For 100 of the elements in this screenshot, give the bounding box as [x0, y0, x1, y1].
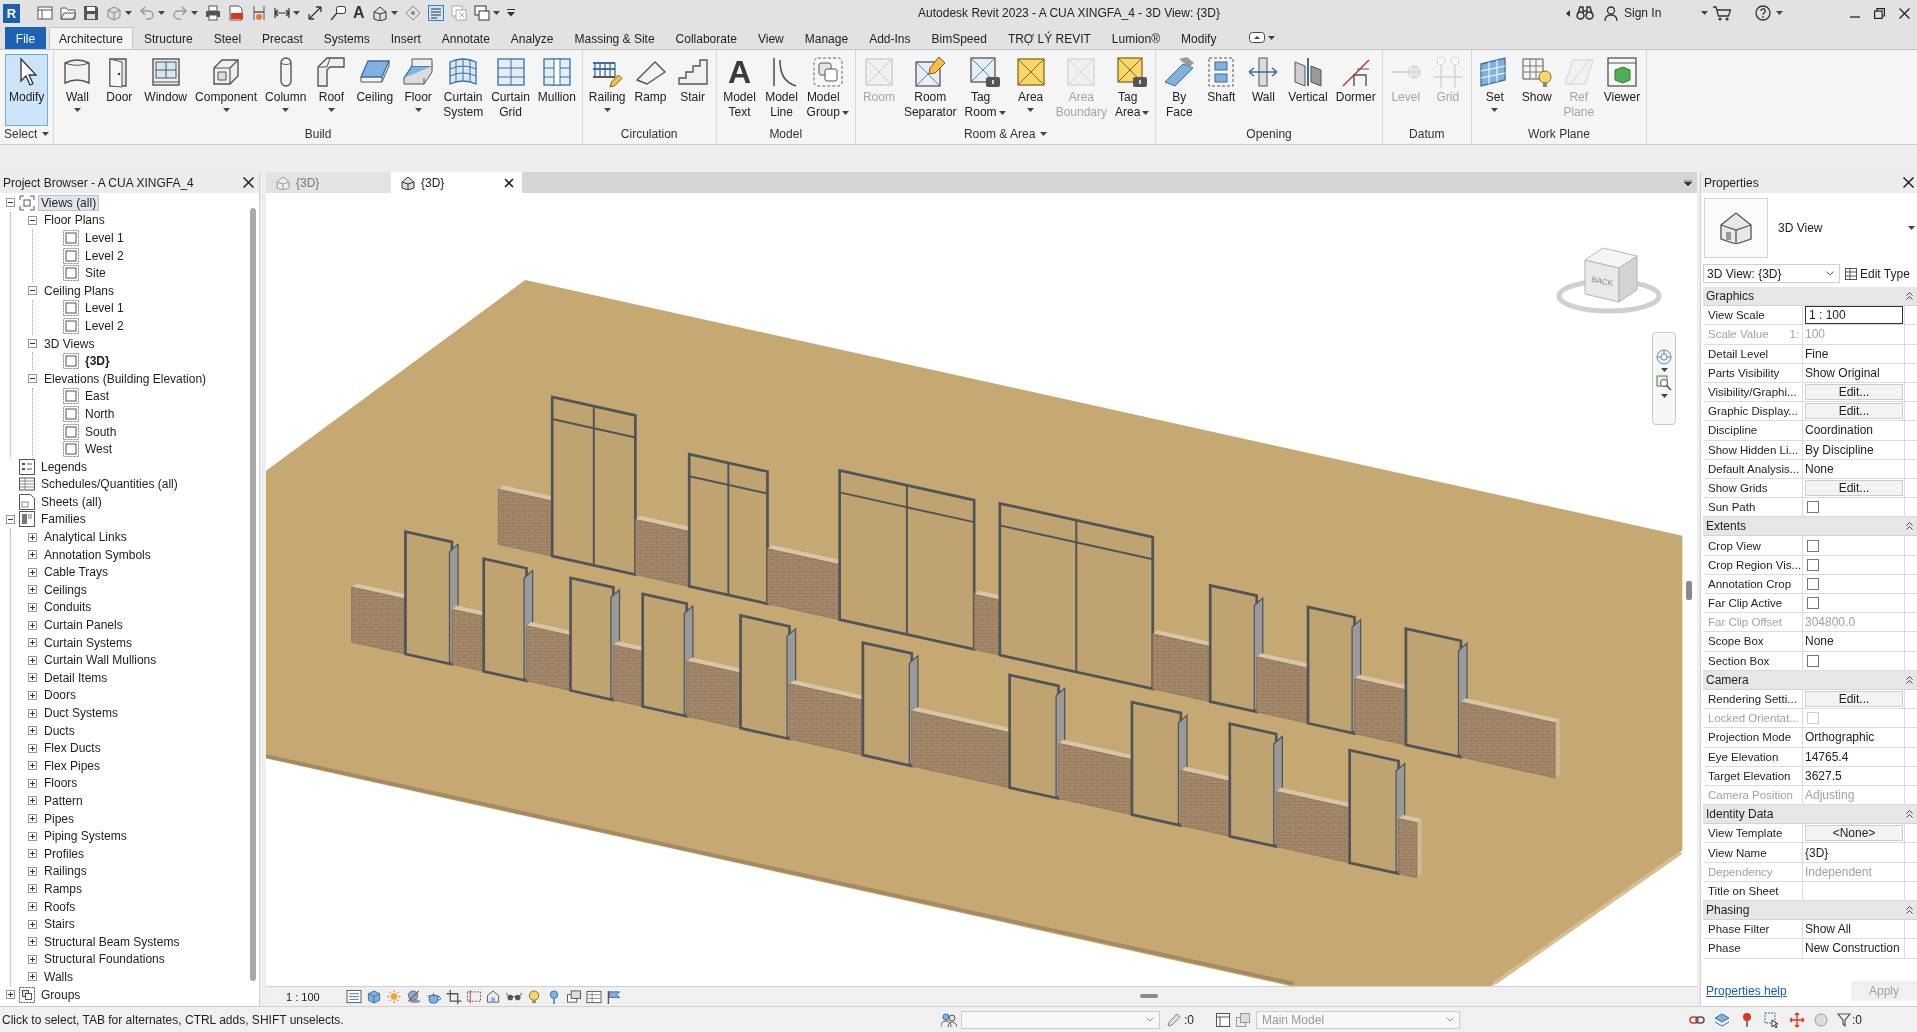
tree-item[interactable]: Flex Ducts: [41, 740, 104, 757]
plus-box-icon[interactable]: [27, 550, 37, 560]
tag-room-button[interactable]: Tag Room: [960, 54, 1010, 123]
layers-icon[interactable]: [1714, 1011, 1730, 1028]
caret-icon[interactable]: [222, 108, 230, 112]
mullion-button[interactable]: Mullion: [533, 54, 580, 108]
minus-box-icon[interactable]: [5, 198, 15, 208]
close-icon[interactable]: [504, 177, 514, 188]
folder-icon[interactable]: [60, 5, 76, 21]
component-button[interactable]: Component: [191, 54, 262, 115]
tree-item[interactable]: Stairs: [41, 916, 78, 933]
tree-item[interactable]: Roofs: [41, 898, 79, 915]
funnel-icon[interactable]: [1837, 1012, 1851, 1027]
roof-button[interactable]: Roof: [310, 54, 353, 115]
caret-icon[interactable]: [1040, 131, 1048, 136]
tree-item[interactable]: Structural Beam Systems: [41, 933, 183, 950]
wall-button[interactable]: Wall: [56, 54, 99, 115]
caret-icon[interactable]: [1776, 11, 1784, 15]
tree-item[interactable]: Elevations (Building Elevation): [41, 370, 210, 387]
measure-icon[interactable]: [251, 5, 267, 21]
tag-area-button[interactable]: Tag Area: [1111, 54, 1154, 123]
pdf-icon[interactable]: [228, 5, 244, 21]
tree-item[interactable]: Cable Trays: [41, 564, 112, 581]
panel-toggle-icon[interactable]: [1249, 32, 1266, 43]
minus-box-icon[interactable]: [5, 515, 15, 524]
ribbon-tab[interactable]: Modify: [1171, 27, 1227, 49]
caret-icon[interactable]: [603, 108, 611, 112]
section-header[interactable]: Camera: [1703, 670, 1917, 690]
tree-item[interactable]: Profiles: [41, 845, 87, 862]
letter-icon[interactable]: A: [353, 5, 365, 21]
cart-icon[interactable]: [1713, 5, 1732, 21]
caret-icon[interactable]: [125, 11, 132, 15]
tree-item[interactable]: Ducts: [41, 722, 78, 739]
minus-box-icon[interactable]: [27, 215, 37, 225]
ribbon-tab[interactable]: Massing & Site: [564, 27, 665, 49]
thin-lines-icon[interactable]: [427, 5, 444, 21]
tree-item[interactable]: Level 2: [82, 247, 127, 264]
caret-icon[interactable]: [158, 11, 165, 15]
tree-item[interactable]: Groups: [38, 986, 84, 1003]
crop-frame-icon[interactable]: [465, 989, 482, 1004]
room-separator-button[interactable]: Room Separator: [899, 54, 961, 123]
plus-box-icon[interactable]: [27, 602, 37, 612]
close-icon[interactable]: [1903, 177, 1914, 188]
scrollbar-thumb[interactable]: [1140, 994, 1158, 998]
tree-item[interactable]: Legends: [38, 458, 91, 475]
floor-button[interactable]: Floor: [397, 54, 440, 115]
plus-box-icon[interactable]: [5, 990, 15, 999]
plus-box-icon[interactable]: [27, 796, 37, 806]
save-icon[interactable]: [83, 5, 99, 21]
scale-button[interactable]: 1 : 100: [286, 990, 320, 1003]
minus-box-icon[interactable]: [27, 374, 37, 384]
tag-icon[interactable]: [330, 5, 346, 21]
ribbon-tab[interactable]: BimSpeed: [921, 27, 997, 49]
window-button[interactable]: Window: [140, 54, 192, 108]
plus-box-icon[interactable]: [27, 937, 37, 947]
caret-icon[interactable]: [414, 108, 422, 112]
instance-dropdown[interactable]: 3D View: {3D}: [1703, 264, 1840, 283]
collapse-icon[interactable]: [1906, 810, 1913, 819]
tree-item[interactable]: Curtain Panels: [41, 617, 126, 634]
minus-box-icon[interactable]: [27, 339, 37, 349]
app-logo[interactable]: R: [3, 3, 20, 23]
curtain-system-button[interactable]: Curtain System: [439, 54, 488, 123]
value-button[interactable]: Edit...: [1805, 384, 1903, 401]
ribbon-tab[interactable]: Structure: [134, 27, 203, 49]
caret-icon[interactable]: [1660, 368, 1668, 372]
tree-item[interactable]: Sheets (all): [38, 493, 105, 510]
tree-item[interactable]: Analytical Links: [41, 529, 130, 546]
model-line-button[interactable]: Model Line: [760, 54, 803, 123]
tree-item[interactable]: Ceilings: [41, 581, 90, 598]
viewer-button[interactable]: Viewer: [1599, 54, 1645, 108]
section-header[interactable]: Graphics: [1703, 287, 1917, 307]
plus-box-icon[interactable]: [27, 532, 37, 542]
plus-box-icon[interactable]: [27, 902, 37, 912]
tree-item[interactable]: Floors: [41, 775, 81, 792]
vertical-button[interactable]: Vertical: [1284, 54, 1332, 108]
caret-icon[interactable]: [1268, 35, 1276, 40]
caret-icon[interactable]: [1566, 9, 1570, 17]
caret-icon[interactable]: [998, 111, 1006, 115]
ribbon-tab[interactable]: Collaborate: [665, 27, 747, 49]
stair-button[interactable]: Stair: [671, 54, 714, 108]
flag-icon[interactable]: [605, 989, 622, 1004]
tree-item[interactable]: Level 1: [82, 300, 127, 317]
diagonal-arrow-icon[interactable]: [307, 5, 323, 21]
house-icon[interactable]: [371, 5, 388, 21]
tree-item[interactable]: Curtain Wall Mullions: [41, 652, 160, 669]
house-icon[interactable]: [485, 989, 502, 1004]
caret-icon[interactable]: [191, 11, 198, 15]
caret-icon[interactable]: [841, 111, 849, 115]
sphere-shadow-icon[interactable]: [405, 989, 422, 1004]
by-face-button[interactable]: By Face: [1158, 54, 1201, 123]
tree-item[interactable]: Flex Pipes: [41, 757, 104, 774]
move-icon[interactable]: [1789, 1011, 1805, 1028]
plus-box-icon[interactable]: [27, 972, 37, 982]
modify-button[interactable]: Modify: [5, 54, 49, 126]
plus-box-icon[interactable]: [27, 567, 37, 577]
ribbon-tab[interactable]: Annotate: [431, 27, 500, 49]
scrollbar-thumb[interactable]: [1686, 581, 1692, 600]
plus-box-icon[interactable]: [27, 954, 37, 964]
checkbox[interactable]: [1807, 654, 1819, 667]
stack-icon[interactable]: [565, 989, 582, 1004]
